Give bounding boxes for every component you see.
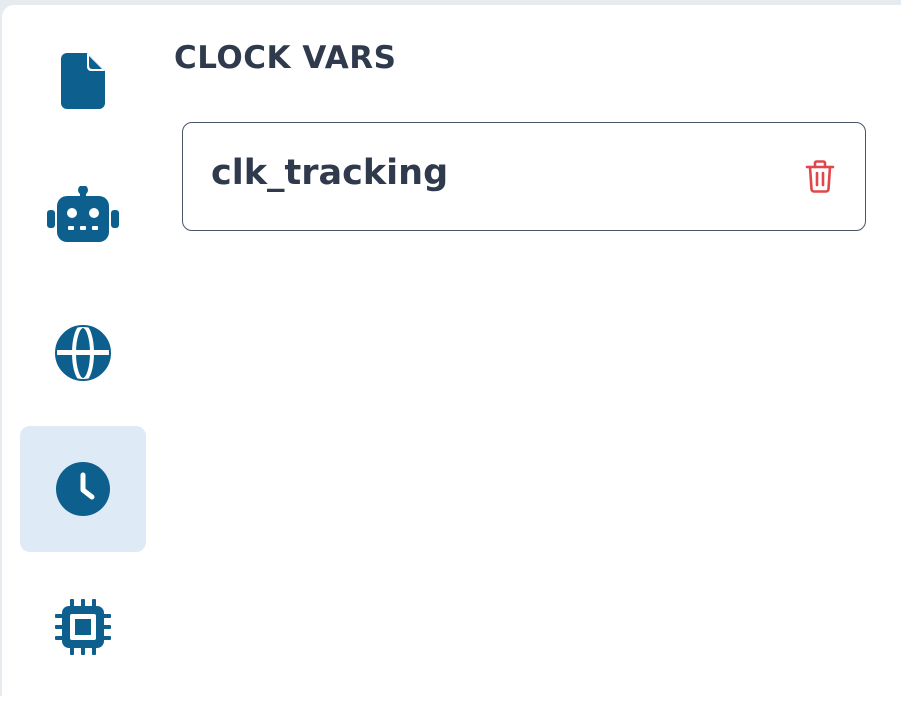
delete-button[interactable] [801,157,839,195]
sidebar-item-globe[interactable] [20,290,146,416]
clock-var-name: clk_tracking [211,153,449,193]
trash-icon [805,159,835,193]
chip-icon [55,599,111,655]
sidebar-item-chip[interactable] [20,564,146,690]
robot-icon [47,186,119,242]
sidebar-item-robot[interactable] [20,152,146,278]
sidebar-item-clock[interactable] [20,426,146,552]
file-icon [61,53,105,109]
sidebar-item-file[interactable] [20,18,146,144]
clock-var-card[interactable]: clk_tracking [182,122,866,231]
globe-icon [55,325,111,381]
clock-icon [56,462,110,516]
page-title: CLOCK VARS [174,40,397,76]
